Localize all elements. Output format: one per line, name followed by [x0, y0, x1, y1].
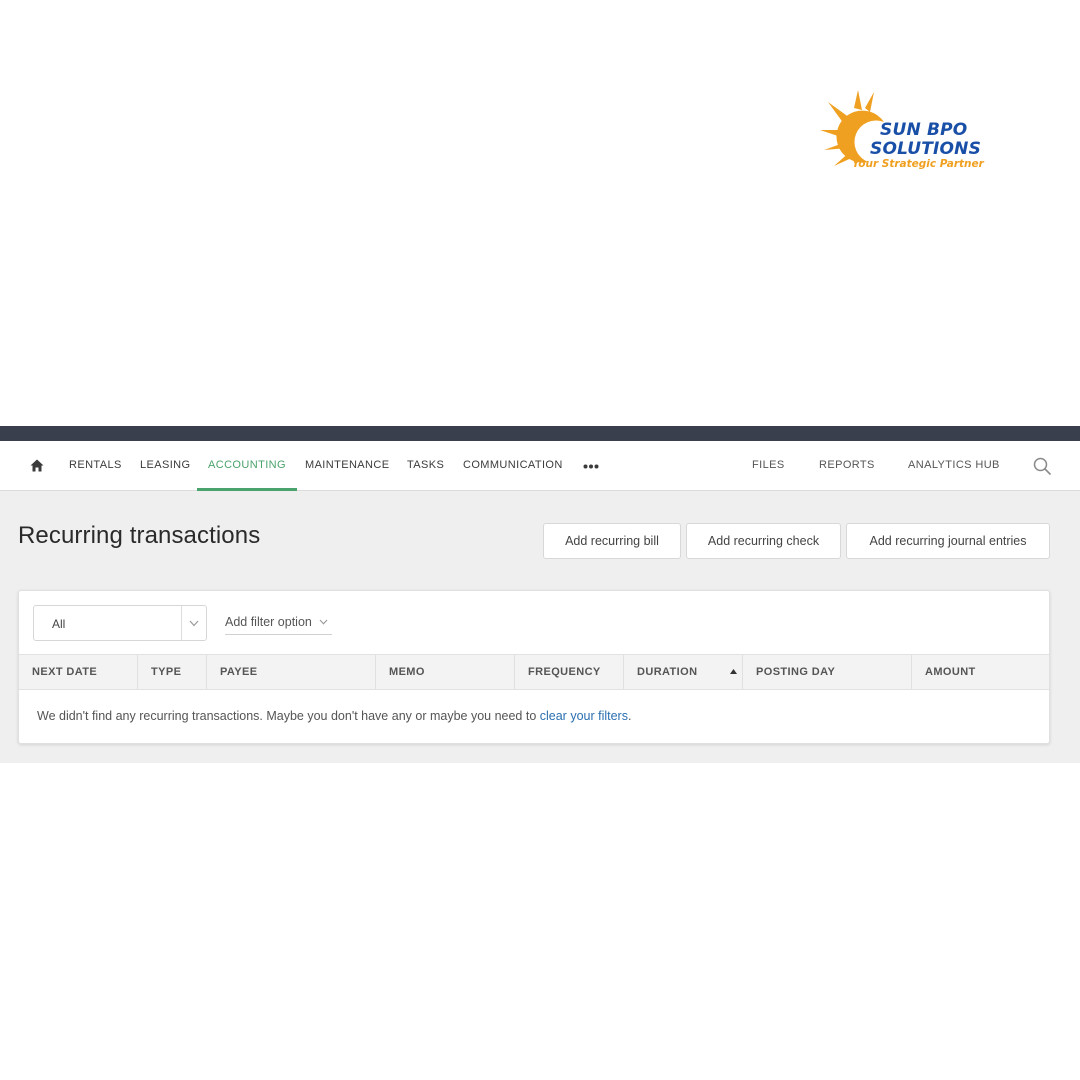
type-filter-select[interactable]: All — [33, 605, 207, 641]
table-header: NEXT DATE TYPE PAYEE MEMO FREQUENCY DURA… — [19, 654, 1049, 690]
column-header-type[interactable]: TYPE — [138, 655, 207, 689]
add-recurring-check-button[interactable]: Add recurring check — [686, 523, 841, 559]
chevron-down-icon[interactable] — [189, 620, 199, 627]
logo-text-line2: SOLUTIONS — [870, 139, 982, 159]
sort-ascending-icon — [730, 669, 737, 674]
page-title: Recurring transactions — [18, 522, 261, 549]
main-nav: RENTALS LEASING ACCOUNTING MAINTENANCE T… — [0, 441, 1080, 491]
nav-item-files[interactable]: FILES — [752, 441, 785, 491]
column-header-frequency[interactable]: FREQUENCY — [515, 655, 624, 689]
nav-item-communication[interactable]: COMMUNICATION — [463, 441, 563, 491]
nav-item-analytics-hub[interactable]: ANALYTICS HUB — [908, 441, 1000, 491]
column-header-posting-day[interactable]: POSTING DAY — [743, 655, 912, 689]
empty-state-message: We didn't find any recurring transaction… — [37, 709, 631, 723]
add-recurring-journal-entries-button[interactable]: Add recurring journal entries — [846, 523, 1050, 559]
logo-text-line1: SUN BPO — [880, 120, 968, 140]
empty-state-text: We didn't find any recurring transaction… — [37, 709, 540, 723]
column-header-duration-label: DURATION — [637, 666, 698, 678]
column-header-next-date[interactable]: NEXT DATE — [19, 655, 138, 689]
clear-filters-link[interactable]: clear your filters — [540, 709, 628, 723]
add-filter-option-link[interactable]: Add filter option — [225, 609, 332, 635]
column-header-memo[interactable]: MEMO — [376, 655, 515, 689]
nav-item-rentals[interactable]: RENTALS — [69, 441, 122, 491]
nav-item-leasing[interactable]: LEASING — [140, 441, 191, 491]
transactions-card: All Add filter option NEXT DATE TYPE PAY… — [18, 590, 1050, 744]
home-icon[interactable] — [30, 459, 44, 472]
column-header-payee[interactable]: PAYEE — [207, 655, 376, 689]
nav-item-maintenance[interactable]: MAINTENANCE — [305, 441, 389, 491]
more-dots-icon[interactable] — [583, 464, 599, 469]
select-value: All — [52, 617, 66, 631]
logo-tagline: Your Strategic Partner — [852, 158, 984, 170]
column-header-amount[interactable]: AMOUNT — [912, 655, 1049, 689]
add-recurring-bill-button[interactable]: Add recurring bill — [543, 523, 681, 559]
nav-item-accounting[interactable]: ACCOUNTING — [197, 441, 297, 491]
brand-logo: SUN BPO SOLUTIONS Your Strategic Partner — [816, 86, 986, 176]
column-header-duration[interactable]: DURATION — [624, 655, 743, 689]
empty-state-suffix: . — [627, 709, 632, 723]
search-icon[interactable] — [1033, 457, 1051, 475]
app-window: RENTALS LEASING ACCOUNTING MAINTENANCE T… — [0, 426, 1080, 763]
chevron-down-icon — [319, 619, 328, 625]
top-bar — [0, 426, 1080, 441]
nav-item-tasks[interactable]: TASKS — [407, 441, 444, 491]
add-filter-label: Add filter option — [225, 615, 312, 629]
select-divider — [181, 606, 182, 640]
nav-item-reports[interactable]: REPORTS — [819, 441, 875, 491]
